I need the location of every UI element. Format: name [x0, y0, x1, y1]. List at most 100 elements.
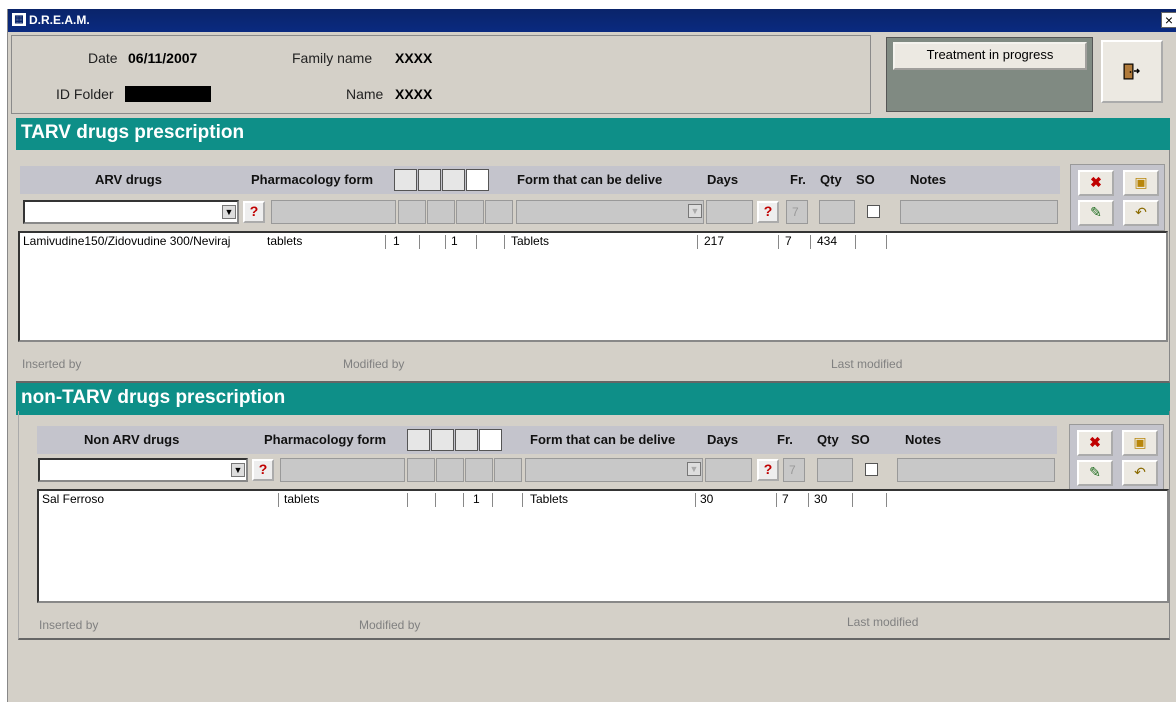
frequency-field[interactable]: 7: [783, 458, 805, 482]
so-checkbox[interactable]: [867, 205, 880, 218]
undo-icon: ↶: [1135, 204, 1147, 220]
inserted-by-label: Inserted by: [22, 357, 82, 371]
nontarv-prescription-list[interactable]: Sal Ferroso tablets 1 Tablets 30 7 30: [37, 489, 1169, 603]
sunset-icon: [455, 429, 478, 451]
column-separator: [695, 493, 696, 507]
column-separator: [697, 235, 698, 249]
undo-button[interactable]: ↶: [1123, 200, 1159, 226]
so-checkbox[interactable]: [865, 463, 878, 476]
col-pharmacology-form: Pharmacology form: [251, 172, 374, 187]
delete-button[interactable]: ✖: [1077, 430, 1113, 456]
col-so: SO: [851, 432, 870, 447]
name-value: XXXX: [395, 86, 433, 102]
date-value: 06/11/2007: [128, 50, 198, 66]
nontarv-action-panel: ✖ ▣ ✎ ↶: [1069, 424, 1164, 491]
column-separator: [492, 493, 493, 507]
column-separator: [445, 235, 446, 249]
save-button[interactable]: ✎: [1078, 200, 1114, 226]
dose-night-field[interactable]: [494, 458, 522, 482]
moon-icon: [479, 429, 502, 451]
row-pharm-form: tablets: [267, 234, 303, 248]
notes-field[interactable]: [897, 458, 1055, 482]
days-field[interactable]: [706, 200, 753, 224]
arv-drug-help-button[interactable]: ?: [243, 201, 265, 223]
qty-field[interactable]: [817, 458, 853, 482]
inserted-by-label: Inserted by: [39, 618, 99, 632]
dose-time-icons: [407, 429, 502, 451]
row-frequency: 7: [782, 492, 789, 506]
row-dose-3: 1: [451, 234, 458, 248]
dose-evening-field[interactable]: [465, 458, 493, 482]
notes-field[interactable]: [900, 200, 1058, 224]
dose-noon-field[interactable]: [427, 200, 455, 224]
dose-morning-field[interactable]: [407, 458, 435, 482]
undo-icon: ↶: [1134, 464, 1146, 480]
moon-icon: [466, 169, 489, 191]
col-form-deliverable: Form that can be delive: [517, 172, 663, 187]
row-drug: Lamivudine150/Zidovudine 300/Neviraj: [23, 234, 231, 248]
row-pharm-form: tablets: [284, 492, 320, 506]
lock-button[interactable]: ▣: [1123, 170, 1159, 196]
sunrise-icon: [394, 169, 417, 191]
chevron-down-icon: ▼: [231, 463, 245, 477]
modified-by-label: Modified by: [359, 618, 421, 632]
column-separator: [778, 235, 779, 249]
delete-button[interactable]: ✖: [1078, 170, 1114, 196]
chevron-down-icon: ▼: [688, 204, 702, 218]
column-separator: [476, 235, 477, 249]
lock-button[interactable]: ▣: [1122, 430, 1158, 456]
column-separator: [886, 493, 887, 507]
save-icon: ✎: [1090, 204, 1102, 220]
column-separator: [852, 493, 853, 507]
col-non-arv-drugs: Non ARV drugs: [84, 432, 180, 447]
col-frequency: Fr.: [777, 432, 793, 447]
column-separator: [278, 493, 279, 507]
dose-noon-field[interactable]: [436, 458, 464, 482]
id-folder-label: ID Folder: [56, 86, 114, 102]
column-separator: [886, 235, 887, 249]
row-drug: Sal Ferroso: [42, 492, 105, 506]
lock-icon: ▣: [1133, 434, 1147, 450]
dose-evening-field[interactable]: [456, 200, 484, 224]
table-row[interactable]: Sal Ferroso tablets 1 Tablets 30 7 30: [39, 491, 1167, 509]
col-qty: Qty: [817, 432, 839, 447]
dose-night-field[interactable]: [485, 200, 513, 224]
undo-button[interactable]: ↶: [1122, 460, 1158, 486]
column-separator: [385, 235, 386, 249]
col-notes: Notes: [910, 172, 947, 187]
table-row[interactable]: Lamivudine150/Zidovudine 300/Neviraj tab…: [20, 233, 1166, 251]
deliverable-form-select[interactable]: ▼: [525, 458, 703, 482]
col-days: Days: [707, 432, 739, 447]
tarv-prescription-list[interactable]: Lamivudine150/Zidovudine 300/Neviraj tab…: [18, 231, 1168, 342]
lock-icon: ▣: [1134, 174, 1148, 190]
dose-time-icons: [394, 169, 489, 191]
delete-icon: ✖: [1090, 174, 1102, 190]
row-dose-3: 1: [473, 492, 480, 506]
tarv-action-panel: ✖ ▣ ✎ ↶: [1070, 164, 1165, 231]
days-help-button[interactable]: ?: [757, 201, 779, 223]
column-separator: [522, 493, 523, 507]
non-arv-drug-help-button[interactable]: ?: [252, 459, 274, 481]
column-separator: [810, 235, 811, 249]
row-qty: 434: [817, 234, 838, 248]
days-help-button[interactable]: ?: [757, 459, 779, 481]
qty-field[interactable]: [819, 200, 855, 224]
modified-by-label: Modified by: [343, 357, 405, 371]
column-separator: [463, 493, 464, 507]
arv-drug-select[interactable]: ▼: [23, 200, 239, 224]
row-days: 217: [704, 234, 725, 248]
pharmacology-form-field[interactable]: [271, 200, 396, 224]
treatment-status-button[interactable]: Treatment in progress: [893, 42, 1087, 70]
close-button[interactable]: ×: [1161, 12, 1176, 28]
dose-morning-field[interactable]: [398, 200, 426, 224]
exit-button[interactable]: [1101, 40, 1163, 103]
days-field[interactable]: [705, 458, 752, 482]
non-arv-drug-select[interactable]: ▼: [38, 458, 248, 482]
row-dose-1: 1: [393, 234, 400, 248]
pharmacology-form-field[interactable]: [280, 458, 405, 482]
noon-sun-icon: [431, 429, 454, 451]
save-button[interactable]: ✎: [1077, 460, 1113, 486]
deliverable-form-select[interactable]: ▼: [516, 200, 704, 224]
frequency-field[interactable]: 7: [786, 200, 808, 224]
id-folder-redacted-value: [125, 86, 211, 102]
